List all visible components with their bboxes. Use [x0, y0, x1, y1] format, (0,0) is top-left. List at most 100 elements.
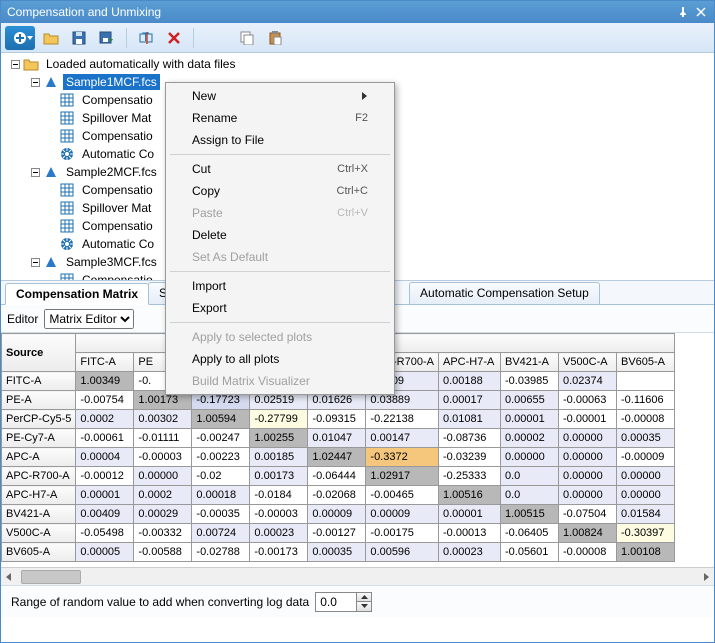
- matrix-cell[interactable]: -0.00061: [76, 429, 134, 448]
- tab-auto-setup[interactable]: Automatic Compensation Setup: [409, 282, 600, 304]
- matrix-cell[interactable]: 1.00255: [250, 429, 308, 448]
- matrix-cell[interactable]: -0.06444: [308, 467, 366, 486]
- matrix-cell[interactable]: 0.00409: [76, 505, 134, 524]
- row-header[interactable]: APC-A: [2, 448, 76, 467]
- matrix-cell[interactable]: 0.00005: [76, 543, 134, 562]
- matrix-cell[interactable]: 1.02447: [308, 448, 366, 467]
- matrix-cell[interactable]: -0.09315: [308, 410, 366, 429]
- matrix-cell[interactable]: 0.00023: [438, 543, 500, 562]
- matrix-cell[interactable]: 0.01584: [616, 505, 674, 524]
- copy-button[interactable]: [235, 26, 259, 50]
- row-header[interactable]: PE-Cy7-A: [2, 429, 76, 448]
- collapse-icon[interactable]: [29, 166, 41, 178]
- spin-down-icon[interactable]: [357, 602, 371, 611]
- matrix-cell[interactable]: -0.00008: [616, 410, 674, 429]
- matrix-cell[interactable]: 0.00018: [192, 486, 250, 505]
- row-header[interactable]: APC-H7-A: [2, 486, 76, 505]
- matrix-cell[interactable]: 0.00023: [250, 524, 308, 543]
- table-row[interactable]: APC-R700-A-0.000120.00000-0.020.00173-0.…: [2, 467, 675, 486]
- matrix-cell[interactable]: 0.02374: [558, 372, 616, 391]
- matrix-cell[interactable]: -0.11606: [616, 391, 674, 410]
- matrix-cell[interactable]: 0.00002: [500, 429, 558, 448]
- matrix-cell[interactable]: 0.00000: [500, 448, 558, 467]
- matrix-cell[interactable]: -0.00035: [192, 505, 250, 524]
- matrix-cell[interactable]: -0.06405: [500, 524, 558, 543]
- table-row[interactable]: BV605-A0.00005-0.00588-0.02788-0.001730.…: [2, 543, 675, 562]
- matrix-cell[interactable]: 0.00004: [76, 448, 134, 467]
- collapse-icon[interactable]: [9, 58, 21, 70]
- matrix-cell[interactable]: 0.0: [500, 486, 558, 505]
- horizontal-scrollbar[interactable]: [1, 567, 714, 585]
- matrix-cell[interactable]: 0.00185: [250, 448, 308, 467]
- menu-cut[interactable]: CutCtrl+X: [168, 158, 392, 180]
- paste-button[interactable]: [263, 26, 287, 50]
- matrix-cell[interactable]: -0.00013: [438, 524, 500, 543]
- delete-button[interactable]: [162, 26, 186, 50]
- matrix-cell[interactable]: -0.00223: [192, 448, 250, 467]
- matrix-cell[interactable]: 0.00000: [134, 467, 192, 486]
- matrix-cell[interactable]: 0.00000: [558, 448, 616, 467]
- matrix-cell[interactable]: -0.00001: [558, 410, 616, 429]
- matrix-cell[interactable]: -0.00465: [366, 486, 439, 505]
- col-header[interactable]: FITC-A: [76, 353, 134, 372]
- matrix-cell[interactable]: -0.05601: [500, 543, 558, 562]
- matrix-cell[interactable]: -0.00127: [308, 524, 366, 543]
- table-row[interactable]: PerCP-Cy5-50.00020.003021.00594-0.27799-…: [2, 410, 675, 429]
- menu-rename[interactable]: RenameF2: [168, 107, 392, 129]
- matrix-cell[interactable]: 0.0002: [134, 486, 192, 505]
- matrix-cell[interactable]: -0.02: [192, 467, 250, 486]
- matrix-cell[interactable]: -0.00588: [134, 543, 192, 562]
- menu-import[interactable]: Import: [168, 275, 392, 297]
- col-header[interactable]: APC-H7-A: [438, 353, 500, 372]
- matrix-cell[interactable]: 0.00000: [558, 467, 616, 486]
- rename-button[interactable]: T: [134, 26, 158, 50]
- matrix-cell[interactable]: 1.00108: [616, 543, 674, 562]
- matrix-cell[interactable]: 0.00001: [76, 486, 134, 505]
- row-header[interactable]: PE-A: [2, 391, 76, 410]
- tree-root[interactable]: Loaded automatically with data files: [1, 55, 714, 73]
- row-header[interactable]: V500C-A: [2, 524, 76, 543]
- table-row[interactable]: APC-H7-A0.000010.00020.00018-0.0184-0.02…: [2, 486, 675, 505]
- matrix-cell[interactable]: -0.00003: [134, 448, 192, 467]
- matrix-cell[interactable]: 0.00035: [308, 543, 366, 562]
- matrix-cell[interactable]: -0.00332: [134, 524, 192, 543]
- matrix-cell[interactable]: 0.00302: [134, 410, 192, 429]
- matrix-cell[interactable]: -0.00003: [250, 505, 308, 524]
- matrix-cell[interactable]: 0.00147: [366, 429, 439, 448]
- tab-compensation-matrix[interactable]: Compensation Matrix: [5, 283, 149, 305]
- pin-icon[interactable]: [676, 5, 690, 19]
- matrix-cell[interactable]: -0.0184: [250, 486, 308, 505]
- matrix-cell[interactable]: [616, 372, 674, 391]
- matrix-cell[interactable]: 0.00724: [192, 524, 250, 543]
- matrix-cell[interactable]: -0.00008: [558, 543, 616, 562]
- matrix-cell[interactable]: -0.00063: [558, 391, 616, 410]
- matrix-cell[interactable]: 0.00017: [438, 391, 500, 410]
- matrix-cell[interactable]: -0.00175: [366, 524, 439, 543]
- matrix-cell[interactable]: -0.27799: [250, 410, 308, 429]
- matrix-cell[interactable]: 0.00009: [308, 505, 366, 524]
- collapse-icon[interactable]: [29, 256, 41, 268]
- col-header[interactable]: V500C-A: [558, 353, 616, 372]
- matrix-cell[interactable]: 1.02917: [366, 467, 439, 486]
- table-row[interactable]: PE-Cy7-A-0.00061-0.01111-0.002471.00255 0…: [2, 429, 675, 448]
- matrix-cell[interactable]: 0.0002: [76, 410, 134, 429]
- matrix-cell[interactable]: -0.03985: [500, 372, 558, 391]
- matrix-cell[interactable]: -0.00247: [192, 429, 250, 448]
- save-button[interactable]: [67, 26, 91, 50]
- matrix-cell[interactable]: 0.00001: [500, 410, 558, 429]
- random-range-input[interactable]: [316, 593, 356, 611]
- matrix-cell[interactable]: -0.3372: [366, 448, 439, 467]
- matrix-cell[interactable]: 1.00515: [500, 505, 558, 524]
- matrix-cell[interactable]: 0.00000: [558, 486, 616, 505]
- matrix-cell[interactable]: 0.01081: [438, 410, 500, 429]
- menu-delete[interactable]: Delete: [168, 224, 392, 246]
- matrix-cell[interactable]: 0.00035: [616, 429, 674, 448]
- scroll-left-icon[interactable]: [1, 569, 17, 585]
- matrix-cell[interactable]: 0.00188: [438, 372, 500, 391]
- matrix-cell[interactable]: 0.00173: [250, 467, 308, 486]
- matrix-cell[interactable]: -0.01111: [134, 429, 192, 448]
- matrix-cell[interactable]: -0.00754: [76, 391, 134, 410]
- matrix-cell[interactable]: 0.00000: [558, 429, 616, 448]
- matrix-cell[interactable]: -0.05498: [76, 524, 134, 543]
- matrix-cell[interactable]: 0.00000: [616, 467, 674, 486]
